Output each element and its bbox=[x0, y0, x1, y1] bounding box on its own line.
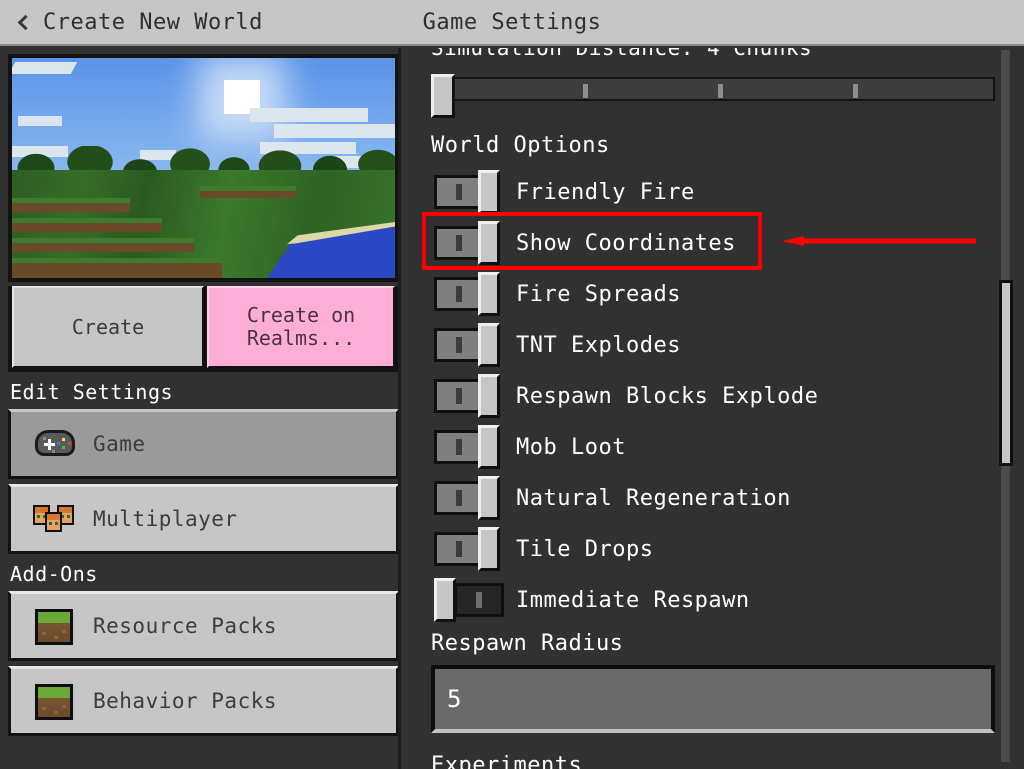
slider-tick bbox=[853, 84, 858, 98]
toggle-row-natural-regeneration[interactable]: Natural Regeneration bbox=[420, 476, 1024, 520]
toggle-label: Natural Regeneration bbox=[516, 485, 791, 511]
terrain bbox=[12, 170, 395, 278]
simulation-distance-label: Simulation Distance: 4 Chunks bbox=[431, 48, 813, 60]
toggle-row-mob-loot[interactable]: Mob Loot bbox=[420, 425, 1024, 469]
toggle-switch[interactable] bbox=[434, 527, 502, 571]
back-button-label: Create New World bbox=[43, 9, 263, 35]
toggle-label: Mob Loot bbox=[516, 434, 626, 460]
sidebar-item-game[interactable]: Game bbox=[8, 409, 398, 479]
slider-tick bbox=[583, 84, 588, 98]
slider-track[interactable] bbox=[445, 77, 995, 101]
left-sidebar: Create Create on Realms... Edit Settings bbox=[0, 48, 401, 769]
create-new-world-screen: Create New World Game Settings Create Cr… bbox=[0, 0, 1024, 769]
sidebar-item-label: Game bbox=[93, 432, 146, 456]
world-preview-image bbox=[8, 54, 398, 282]
toggle-row-tnt-explodes[interactable]: TNT Explodes bbox=[420, 323, 1024, 367]
sidebar-item-label: Behavior Packs bbox=[93, 689, 278, 713]
section-title-edit-settings: Edit Settings bbox=[10, 380, 174, 404]
create-on-realms-button[interactable]: Create on Realms... bbox=[207, 286, 395, 368]
toggle-row-respawn-blocks-explode[interactable]: Respawn Blocks Explode bbox=[420, 374, 1024, 418]
back-button[interactable]: Create New World bbox=[12, 0, 271, 44]
toggle-row-immediate-respawn[interactable]: Immediate Respawn bbox=[420, 578, 1024, 622]
water bbox=[267, 226, 395, 278]
toggle-switch[interactable] bbox=[434, 272, 502, 316]
slider-tick bbox=[718, 84, 723, 98]
section-title-world-options: World Options bbox=[431, 133, 610, 158]
toggle-row-friendly-fire[interactable]: Friendly Fire bbox=[420, 170, 1024, 214]
toggle-label: Tile Drops bbox=[516, 536, 654, 562]
cloud bbox=[274, 124, 395, 138]
grass-block-icon bbox=[33, 681, 77, 721]
toggle-switch[interactable] bbox=[434, 323, 502, 367]
toggle-label: Respawn Blocks Explode bbox=[516, 383, 819, 409]
slider-handle[interactable] bbox=[431, 74, 455, 118]
section-title-add-ons: Add-Ons bbox=[10, 562, 98, 586]
create-button[interactable]: Create bbox=[12, 286, 204, 368]
sidebar-item-resource-packs[interactable]: Resource Packs bbox=[8, 591, 398, 661]
toggle-label: Immediate Respawn bbox=[516, 587, 750, 613]
simulation-distance-slider[interactable] bbox=[431, 74, 995, 118]
toggle-label: TNT Explodes bbox=[516, 332, 681, 358]
toggle-label: Fire Spreads bbox=[516, 281, 681, 307]
cloud bbox=[12, 62, 78, 74]
gamepad-icon bbox=[33, 424, 77, 464]
toggle-switch[interactable] bbox=[434, 221, 502, 265]
sidebar-item-label: Resource Packs bbox=[93, 614, 278, 638]
section-title-experiments: Experiments bbox=[431, 753, 583, 769]
toggle-switch[interactable] bbox=[434, 476, 502, 520]
section-title-respawn-radius: Respawn Radius bbox=[431, 631, 624, 656]
sidebar-item-behavior-packs[interactable]: Behavior Packs bbox=[8, 666, 398, 736]
sidebar-item-multiplayer[interactable]: Multiplayer bbox=[8, 484, 398, 554]
cloud bbox=[18, 116, 62, 126]
toggle-row-show-coordinates[interactable]: Show Coordinates bbox=[420, 221, 1024, 265]
header-bar: Create New World Game Settings bbox=[0, 0, 1024, 46]
toggle-switch[interactable] bbox=[434, 374, 502, 418]
toggle-label: Friendly Fire bbox=[516, 179, 695, 205]
scrollbar-thumb[interactable] bbox=[999, 280, 1013, 466]
respawn-radius-input[interactable]: 5 bbox=[431, 665, 995, 733]
toggle-switch[interactable] bbox=[434, 578, 504, 622]
chevron-left-icon bbox=[17, 14, 34, 30]
game-settings-panel: Simulation Distance: 4 Chunks World Opti… bbox=[420, 48, 1024, 769]
toggle-switch[interactable] bbox=[434, 170, 502, 214]
players-icon bbox=[33, 499, 77, 539]
toggle-switch[interactable] bbox=[434, 425, 502, 469]
toggle-label: Show Coordinates bbox=[516, 230, 736, 256]
toggle-row-tile-drops[interactable]: Tile Drops bbox=[420, 527, 1024, 571]
grass-block-icon bbox=[33, 606, 77, 646]
create-buttons-row: Create Create on Realms... bbox=[8, 286, 398, 372]
toggle-row-fire-spreads[interactable]: Fire Spreads bbox=[420, 272, 1024, 316]
cloud bbox=[250, 108, 368, 122]
sidebar-item-label: Multiplayer bbox=[93, 507, 238, 531]
